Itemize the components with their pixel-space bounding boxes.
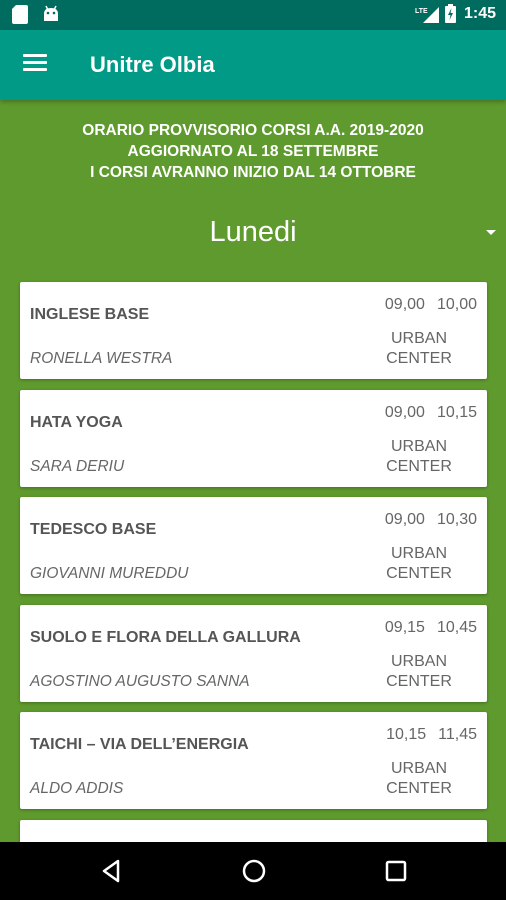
schedule-notice: ORARIO PROVVISORIO CORSI A.A. 2019-2020 … bbox=[0, 120, 506, 183]
battery-charging-icon bbox=[444, 4, 456, 23]
day-dropdown-value: Lunedi bbox=[209, 216, 297, 248]
notice-line: ORARIO PROVVISORIO CORSI A.A. 2019-2020 bbox=[82, 122, 424, 139]
course-time: 09,00 10,00 bbox=[385, 296, 477, 314]
location-line: CENTER bbox=[386, 457, 452, 475]
course-teacher: ALDO ADDIS bbox=[30, 780, 124, 797]
end-time: 10,45 bbox=[436, 618, 477, 636]
end-time: 10,30 bbox=[436, 511, 477, 528]
recent-apps-icon[interactable] bbox=[381, 856, 411, 886]
course-time: 09,00 10,15 bbox=[385, 404, 477, 422]
course-location: URBAN CENTER bbox=[379, 652, 459, 692]
course-location: URBAN CENTER bbox=[379, 437, 459, 477]
start-time: 09,00 bbox=[384, 296, 425, 313]
location-line: URBAN bbox=[390, 652, 447, 670]
lte-signal-icon: LTE bbox=[415, 6, 439, 23]
course-name: SUOLO E FLORA DELLA GALLURA bbox=[30, 628, 301, 646]
notice-line: AGGIORNATO AL 18 SETTEMBRE bbox=[127, 143, 379, 160]
end-time: 10,15 bbox=[436, 403, 477, 421]
course-name: TAICHI – VIA DELL’ENERGIA bbox=[30, 736, 249, 753]
hamburger-menu-icon[interactable] bbox=[18, 50, 52, 80]
course-name: INGLESE BASE bbox=[30, 306, 150, 323]
course-location: URBAN CENTER bbox=[379, 329, 459, 369]
course-list: INGLESE BASE RONELLA WESTRA 09,00 10,00 U… bbox=[20, 282, 487, 860]
course-location: URBAN CENTER bbox=[379, 544, 459, 584]
course-teacher: SARA DERIU bbox=[30, 457, 125, 475]
location-line: CENTER bbox=[386, 350, 452, 367]
day-dropdown[interactable]: Lunedi bbox=[0, 210, 506, 260]
system-nav-bar bbox=[0, 842, 506, 900]
status-bar: LTE 1:45 bbox=[0, 0, 506, 30]
location-line: URBAN bbox=[390, 545, 447, 562]
end-time: 11,45 bbox=[438, 726, 477, 743]
start-time: 09,15 bbox=[384, 618, 425, 636]
course-teacher: AGOSTINO AUGUSTO SANNA bbox=[30, 672, 250, 690]
notice-line: I CORSI AVRANNO INIZIO DAL 14 OTTOBRE bbox=[90, 164, 416, 181]
course-time: 10,15 11,45 bbox=[386, 726, 477, 744]
course-card[interactable]: INGLESE BASE RONELLA WESTRA 09,00 10,00 U… bbox=[20, 282, 487, 379]
app-title: Unitre Olbia bbox=[90, 52, 215, 77]
course-name: TEDESCO BASE bbox=[30, 521, 157, 538]
course-location: URBAN CENTER bbox=[379, 759, 459, 799]
course-card[interactable]: HATA YOGA SARA DERIU 09,00 10,15 URBAN CEN… bbox=[20, 389, 487, 487]
course-card[interactable]: TEDESCO BASE GIOVANNI MUREDDU 09,00 10,30… bbox=[20, 497, 487, 594]
course-time: 09,00 10,30 bbox=[385, 511, 477, 529]
course-teacher: RONELLA WESTRA bbox=[30, 350, 173, 367]
location-line: URBAN bbox=[390, 437, 447, 455]
clock: 1:45 bbox=[463, 4, 496, 22]
location-line: URBAN bbox=[390, 760, 447, 777]
location-line: CENTER bbox=[386, 780, 452, 797]
home-icon[interactable] bbox=[239, 856, 269, 886]
end-time: 10,00 bbox=[436, 296, 477, 313]
start-time: 10,15 bbox=[386, 726, 427, 743]
dropdown-caret-icon bbox=[486, 230, 496, 235]
sd-card-icon bbox=[12, 5, 28, 24]
course-card[interactable]: SUOLO E FLORA DELLA GALLURA AGOSTINO AUG… bbox=[20, 604, 487, 702]
location-line: URBAN bbox=[390, 330, 447, 347]
svg-text:LTE: LTE bbox=[415, 8, 428, 15]
app-bar: Unitre Olbia bbox=[0, 30, 506, 100]
course-card[interactable]: TAICHI – VIA DELL’ENERGIA ALDO ADDIS 10,… bbox=[20, 712, 487, 809]
android-icon bbox=[44, 5, 58, 21]
location-line: CENTER bbox=[386, 565, 452, 582]
course-teacher: GIOVANNI MUREDDU bbox=[30, 565, 189, 582]
start-time: 09,00 bbox=[384, 403, 425, 421]
start-time: 09,00 bbox=[384, 511, 425, 528]
course-time: 09,15 10,45 bbox=[385, 619, 477, 637]
back-icon[interactable] bbox=[97, 856, 127, 886]
course-name: HATA YOGA bbox=[30, 413, 123, 431]
location-line: CENTER bbox=[386, 672, 452, 690]
